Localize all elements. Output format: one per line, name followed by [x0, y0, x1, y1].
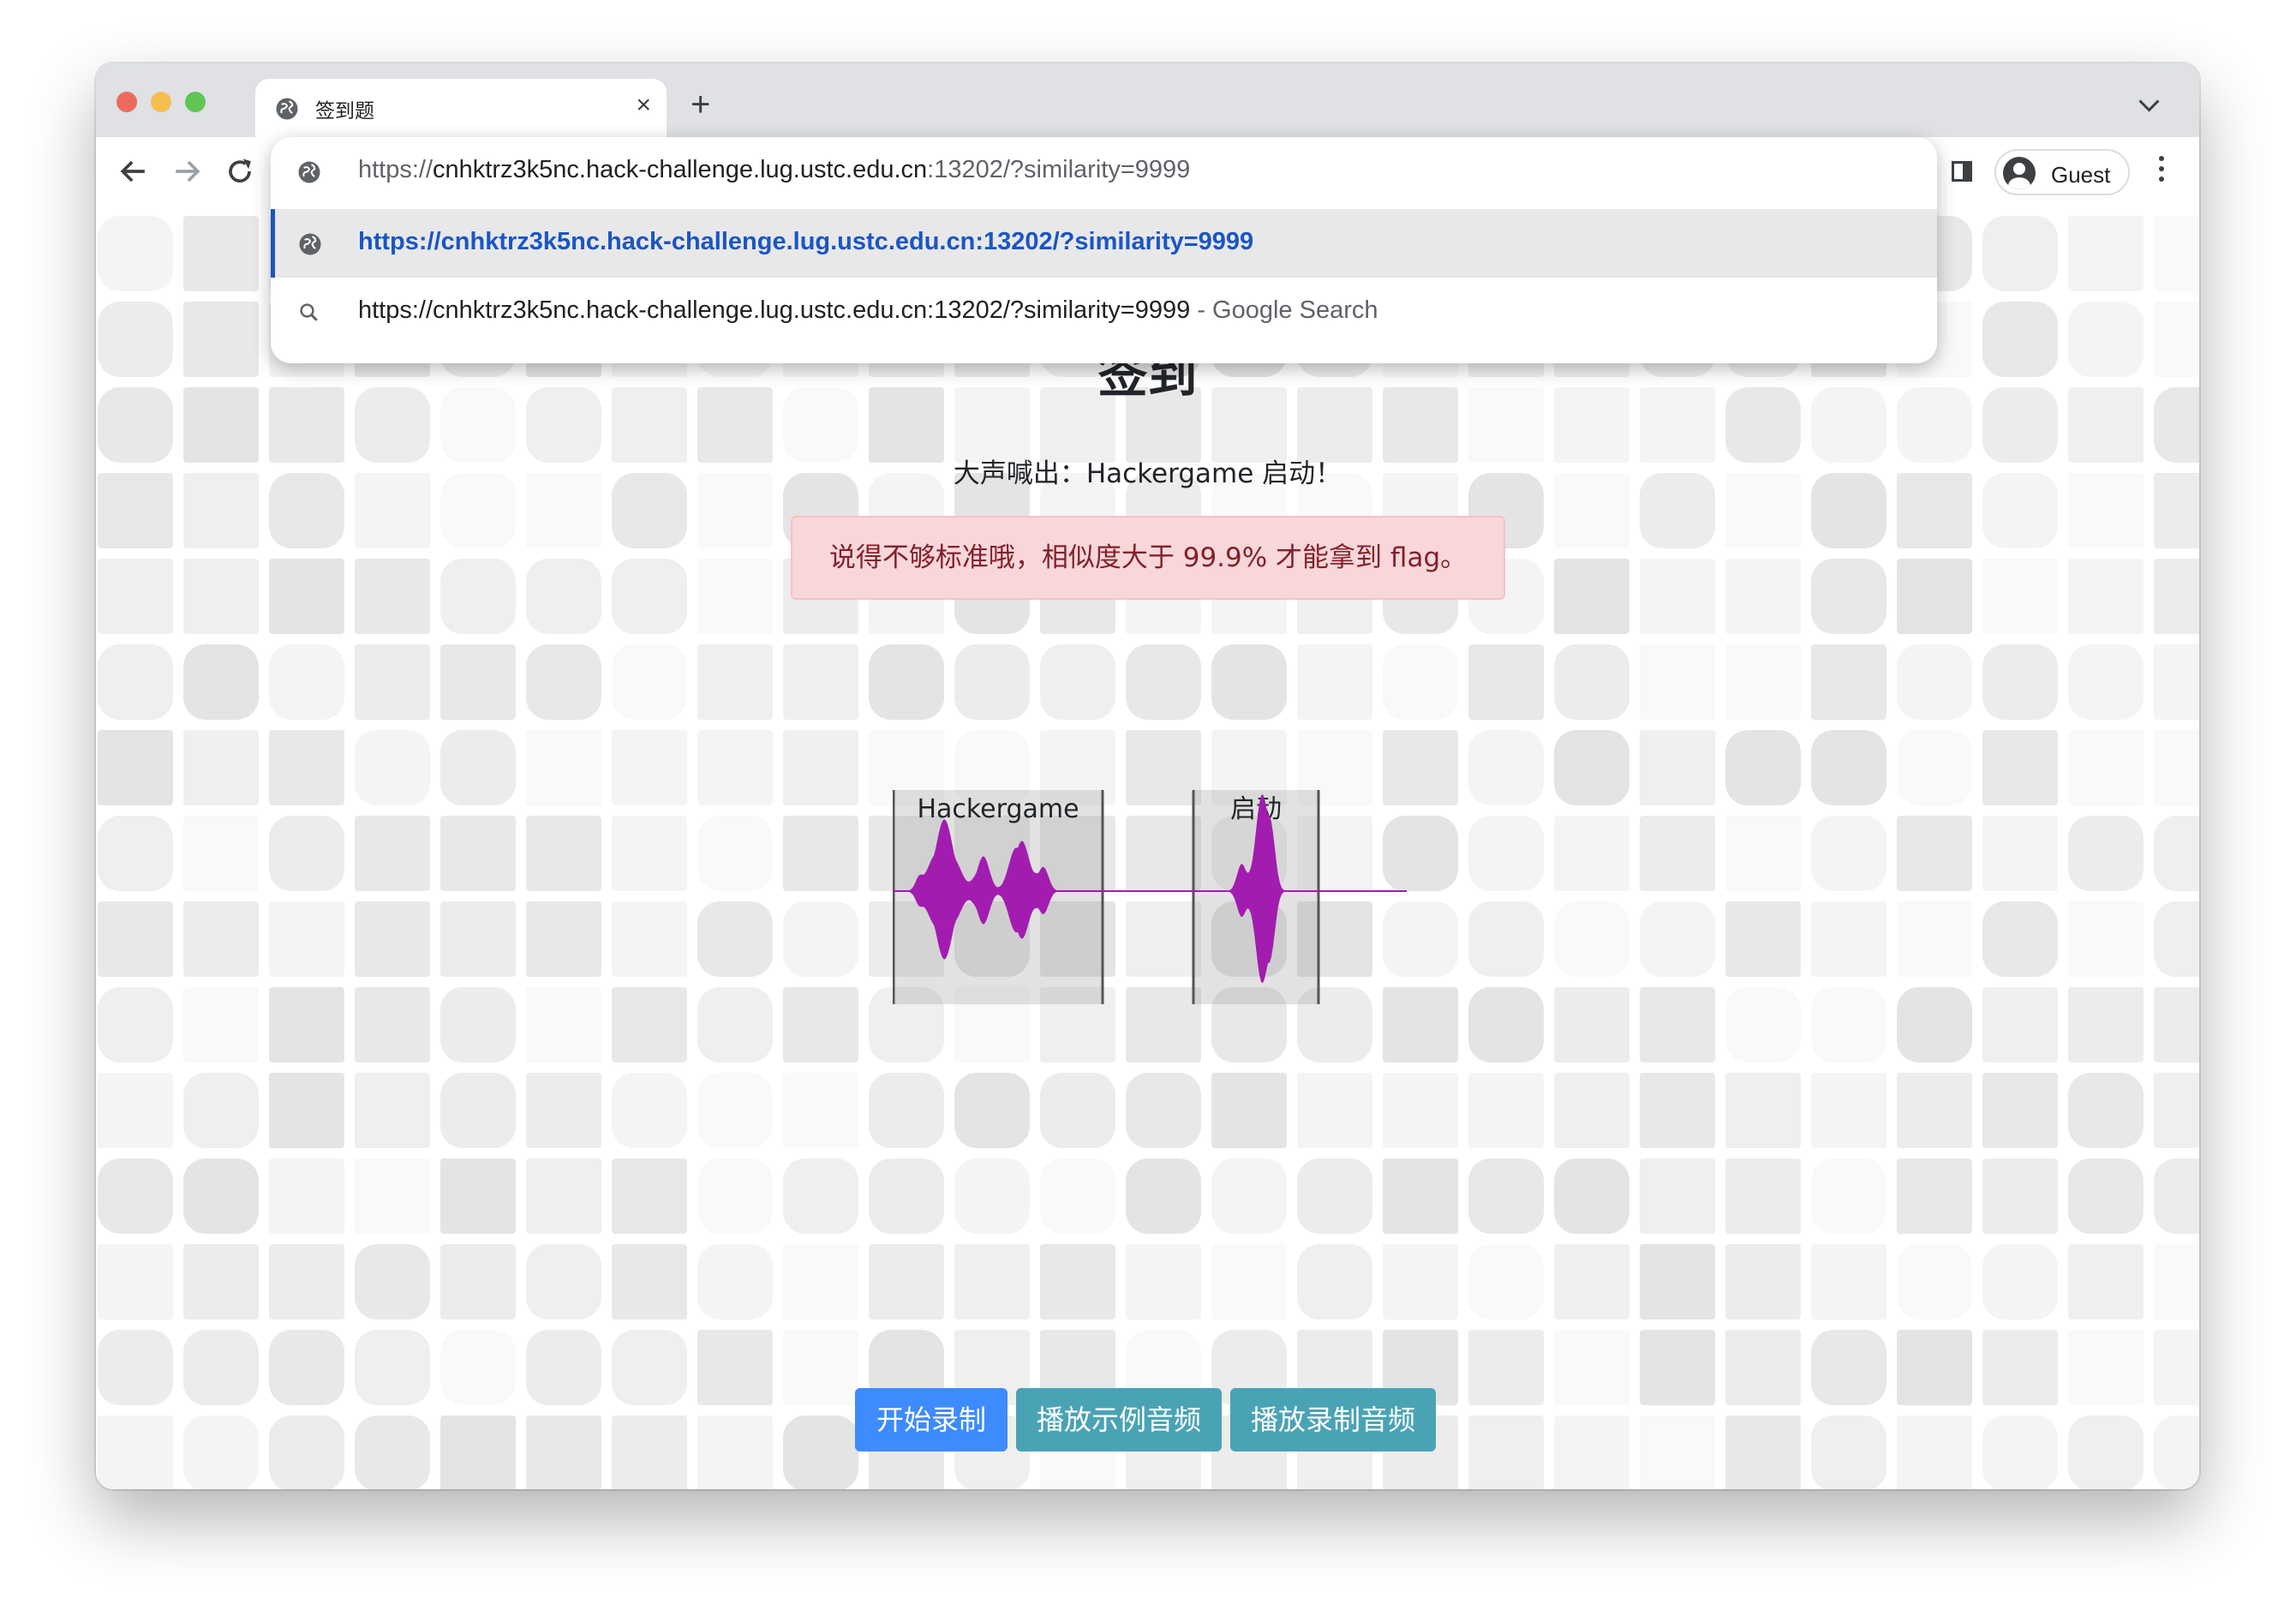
profile-label: Guest	[2051, 162, 2111, 188]
suggestion-text: https://cnhktrz3k5nc.hack-challenge.lug.…	[358, 228, 1254, 255]
profile-button[interactable]: Guest	[1994, 149, 2130, 195]
suggestion-url-selected[interactable]: https://cnhktrz3k5nc.hack-challenge.lug.…	[271, 209, 1937, 278]
reload-icon[interactable]	[221, 153, 259, 190]
tab-strip: 签到题 × +	[96, 63, 2199, 139]
address-input[interactable]: https://cnhktrz3k5nc.hack-challenge.lug.…	[271, 137, 1937, 206]
omnibox-dropdown: https://cnhktrz3k5nc.hack-challenge.lug.…	[271, 137, 1937, 363]
start-recording-button[interactable]: 开始录制	[855, 1388, 1007, 1451]
browser-window: 签到题 × + Guest 签到 大声喊出：Hackergame 启动！ 说得不	[96, 63, 2199, 1489]
prompt-text: 大声喊出：Hackergame 启动！	[953, 458, 1342, 489]
search-icon	[300, 303, 318, 321]
play-recording-button[interactable]: 播放录制音频	[1230, 1388, 1436, 1451]
play-sample-button[interactable]: 播放示例音频	[1016, 1388, 1222, 1451]
waveform-display: Hackergame 启动	[893, 790, 1407, 1004]
suggestion-text: https://cnhktrz3k5nc.hack-challenge.lug.…	[358, 296, 1378, 324]
web-page: 签到 大声喊出：Hackergame 启动！ 说得不够标准哦，相似度大于 99.…	[96, 214, 2199, 1489]
waveform-label: Hackergame	[917, 794, 1079, 824]
globe-icon	[299, 233, 321, 255]
close-window-button[interactable]	[117, 92, 137, 112]
new-tab-button[interactable]: +	[691, 87, 710, 122]
address-text: https://cnhktrz3k5nc.hack-challenge.lug.…	[358, 156, 1191, 183]
tab-search-chevron-icon[interactable]	[2138, 91, 2160, 112]
minimize-window-button[interactable]	[151, 92, 171, 112]
kebab-menu-icon[interactable]	[2159, 156, 2164, 187]
similarity-alert: 说得不够标准哦，相似度大于 99.9% 才能拿到 flag。	[791, 516, 1505, 600]
side-panel-icon[interactable]	[1952, 161, 1972, 182]
globe-icon	[298, 161, 320, 183]
avatar-icon	[2003, 157, 2036, 189]
tab-title: 签到题	[315, 100, 374, 123]
page-content: 签到 大声喊出：Hackergame 启动！ 说得不够标准哦，相似度大于 99.…	[96, 214, 2199, 1489]
zoom-window-button[interactable]	[185, 92, 206, 112]
forward-arrow-icon[interactable]	[168, 153, 206, 190]
tab-active[interactable]: 签到题 ×	[255, 79, 667, 139]
back-arrow-icon[interactable]	[115, 153, 152, 190]
suggestion-search[interactable]: https://cnhktrz3k5nc.hack-challenge.lug.…	[271, 278, 1937, 346]
tab-close-icon[interactable]: ×	[636, 93, 651, 118]
waveform-label: 启动	[1230, 794, 1282, 824]
globe-icon	[276, 98, 298, 120]
